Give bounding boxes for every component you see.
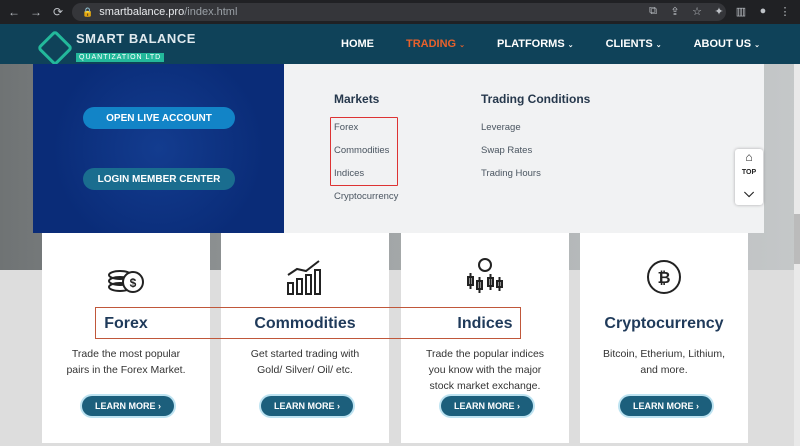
login-member-center-button[interactable]: LOGIN MEMBER CENTER <box>83 168 235 190</box>
card-description: Bitcoin, Etherium, Lithium, and more. <box>603 348 725 376</box>
top-label: TOP <box>741 169 757 177</box>
card-title: Cryptocurrency <box>604 315 724 332</box>
site-header: SMART BALANCE QUANTIZATION LTD HOME TRAD… <box>0 24 800 66</box>
up-arrow-icon: ⌂ <box>745 150 753 165</box>
card-cryptocurrency: ₿ Cryptocurrency Bitcoin, Etherium, Lith… <box>580 233 748 443</box>
forward-icon[interactable]: → <box>28 4 44 20</box>
back-to-top-button[interactable]: ⌂ TOP ⌵ <box>735 149 763 205</box>
nav-home[interactable]: HOME <box>341 38 374 50</box>
coins-icon: $ <box>104 255 148 299</box>
trading-mega-menu: Markets Forex Commodities Indices Crypto… <box>284 64 764 233</box>
chevron-down-icon: ⌄ <box>567 42 574 49</box>
chevron-right-icon: › <box>158 401 161 411</box>
learn-more-button[interactable]: LEARN MORE › <box>261 396 353 416</box>
markets-heading: Markets <box>334 92 380 106</box>
menu-item-leverage[interactable]: Leverage <box>481 122 590 133</box>
share-icon[interactable]: ⇪ <box>668 4 682 18</box>
nav-clients[interactable]: CLIENTS ⌄ <box>606 38 662 50</box>
trading-conditions-heading: Trading Conditions <box>481 92 591 106</box>
open-live-account-button[interactable]: OPEN LIVE ACCOUNT <box>83 107 235 129</box>
svg-text:₿: ₿ <box>657 269 670 287</box>
bar-chart-icon <box>283 255 327 299</box>
candlestick-icon <box>463 255 507 299</box>
chevron-down-icon: ⌄ <box>655 42 662 49</box>
card-description: Trade the popular indices you know with t… <box>425 348 545 392</box>
profile-icon[interactable]: ● <box>756 4 770 18</box>
nav-platforms[interactable]: PLATFORMS ⌄ <box>497 38 574 50</box>
logo-line2: QUANTIZATION LTD <box>76 53 165 62</box>
chevron-right-icon: › <box>696 401 699 411</box>
bookmark-star-icon[interactable]: ☆ <box>690 4 704 18</box>
trading-conditions-column: Trading Conditions Leverage Swap Rates T… <box>481 92 590 191</box>
chevron-down-icon: ⌄ <box>459 42 466 49</box>
menu-item-swap-rates[interactable]: Swap Rates <box>481 145 590 156</box>
nav-trading[interactable]: TRADING ⌄ <box>406 38 465 50</box>
logo-line1: SMART BALANCE <box>76 31 196 46</box>
reload-icon[interactable]: ⟳ <box>50 4 66 20</box>
menu-kebab-icon[interactable]: ⋮ <box>778 4 792 18</box>
address-bar[interactable]: 🔒 smartbalance.pro/index.html <box>72 3 726 21</box>
logo-mark-icon <box>36 29 74 66</box>
account-panel: OPEN LIVE ACCOUNT LOGIN MEMBER CENTER <box>33 64 284 233</box>
chevron-right-icon: › <box>517 401 520 411</box>
url-host: smartbalance.pro <box>99 6 185 18</box>
url-path: /index.html <box>184 6 238 18</box>
nav-about-us[interactable]: ABOUT US ⌄ <box>694 38 760 50</box>
highlight-box-card-titles <box>95 307 521 339</box>
browser-toolbar: ← → ⟳ ⌂ 🔒 smartbalance.pro/index.html ⧉ … <box>0 0 800 24</box>
extensions-icon[interactable]: ✦ <box>712 4 726 18</box>
sidepanel-icon[interactable]: ▥ <box>734 4 748 18</box>
menu-item-trading-hours[interactable]: Trading Hours <box>481 168 590 179</box>
menu-item-cryptocurrency[interactable]: Cryptocurrency <box>334 191 398 202</box>
card-description: Trade the most popular pairs in the Forex… <box>66 348 186 376</box>
translate-icon[interactable]: ⧉ <box>646 4 660 18</box>
card-description: Get started trading with Gold/ Silver/ Oi… <box>250 348 360 376</box>
back-icon[interactable]: ← <box>6 4 22 20</box>
main-nav: HOME TRADING ⌄ PLATFORMS ⌄ CLIENTS ⌄ ABO… <box>341 24 760 64</box>
chevron-right-icon: › <box>337 401 340 411</box>
site-logo[interactable]: SMART BALANCE QUANTIZATION LTD <box>36 29 196 66</box>
learn-more-button[interactable]: LEARN MORE › <box>620 396 712 416</box>
lock-icon: 🔒 <box>82 6 94 17</box>
bitcoin-icon: ₿ <box>642 255 686 299</box>
market-cards: $ Forex Trade the most popular pairs in t… <box>0 233 800 446</box>
learn-more-button[interactable]: LEARN MORE › <box>441 396 533 416</box>
highlight-box-markets <box>330 117 398 186</box>
chevron-down-icon: ⌄ <box>754 42 760 49</box>
svg-text:$: $ <box>130 276 137 290</box>
learn-more-button[interactable]: LEARN MORE › <box>82 396 174 416</box>
down-arrow-icon: ⌵ <box>744 184 754 200</box>
